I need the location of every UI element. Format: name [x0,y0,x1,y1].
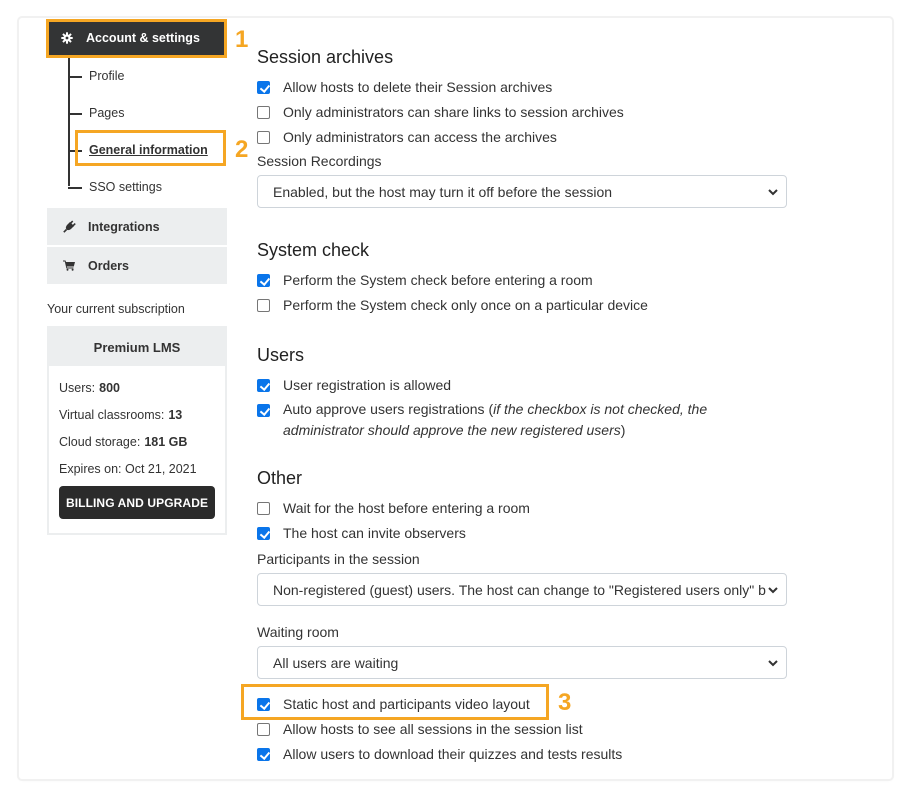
session-recordings-label: Session Recordings [257,153,382,169]
checkbox[interactable] [257,131,270,144]
option-static-video-layout[interactable]: Static host and participants video layou… [257,695,787,720]
chevron-down-icon [768,586,778,593]
checkbox[interactable] [257,502,270,515]
checkbox[interactable] [257,404,270,417]
checkbox[interactable] [257,274,270,287]
sidebar-item-label: General information [89,142,208,157]
sidebar: Account & settings Profile Pages General… [47,19,227,535]
option-auto-approve[interactable]: Auto approve users registrations (if the… [257,401,787,447]
annotation-number-1: 1 [235,26,249,53]
subscription-users: Users: 800 [59,380,120,395]
checkbox[interactable] [257,698,270,711]
checkbox[interactable] [257,81,270,94]
checkbox[interactable] [257,299,270,312]
participants-label: Participants in the session [257,551,420,567]
sidebar-subtree: Profile Pages General information SSO se… [68,57,227,205]
sidebar-item-account-settings[interactable]: Account & settings [47,19,227,57]
option-download-quiz-results[interactable]: Allow users to download their quizzes an… [257,745,787,770]
session-recordings-select[interactable]: Enabled, but the host may turn it off be… [257,175,787,208]
sidebar-item-profile[interactable]: Profile [68,57,227,94]
checkbox[interactable] [257,106,270,119]
sidebar-item-label: Profile [89,68,125,83]
sidebar-item-label: Integrations [88,219,160,234]
subscription-plan: Premium LMS [49,328,225,366]
subscription-storage: Cloud storage: 181 GB [59,434,188,449]
option-see-all-sessions[interactable]: Allow hosts to see all sessions in the s… [257,720,787,745]
sidebar-item-general-information[interactable]: General information [68,131,227,168]
option-admin-access-archives[interactable]: Only administrators can access the archi… [257,128,787,153]
plug-icon [62,220,76,233]
sidebar-item-label: Pages [89,105,125,120]
option-system-check-before-room[interactable]: Perform the System check before entering… [257,271,787,296]
checkbox[interactable] [257,379,270,392]
checkbox[interactable] [257,723,270,736]
subscription-classrooms: Virtual classrooms: 13 [59,407,183,422]
waiting-room-label: Waiting room [257,624,339,640]
option-wait-for-host[interactable]: Wait for the host before entering a room [257,499,787,524]
cart-icon [62,260,76,271]
sidebar-item-label: Account & settings [86,31,200,45]
sidebar-item-sso-settings[interactable]: SSO settings [68,168,227,205]
option-system-check-once[interactable]: Perform the System check only once on a … [257,296,787,321]
waiting-room-select[interactable]: All users are waiting [257,646,787,679]
settings-main: Session archives Allow hosts to delete t… [257,44,787,770]
section-title-other: Other [257,468,303,488]
subscription-title: Your current subscription [47,302,185,316]
billing-and-upgrade-button[interactable]: BILLING AND UPGRADE [59,486,215,519]
gear-icon [61,32,73,44]
option-allow-delete-archives[interactable]: Allow hosts to delete their Session arch… [257,78,787,103]
section-title-system-check: System check [257,240,370,260]
option-admin-share-links[interactable]: Only administrators can share links to s… [257,103,787,128]
chevron-down-icon [768,659,778,666]
sidebar-item-integrations[interactable]: Integrations [47,208,227,245]
section-title-users: Users [257,345,305,365]
checkbox[interactable] [257,527,270,540]
sidebar-item-orders[interactable]: Orders [47,247,227,284]
sidebar-item-pages[interactable]: Pages [68,94,227,131]
option-invite-observers[interactable]: The host can invite observers [257,524,787,549]
annotation-number-2: 2 [235,136,249,163]
participants-select[interactable]: Non-registered (guest) users. The host c… [257,573,787,606]
section-title-session-archives: Session archives [257,47,394,67]
sidebar-item-label: Orders [88,258,129,273]
checkbox[interactable] [257,748,270,761]
sidebar-item-label: SSO settings [89,179,162,194]
subscription-expiry: Expires on: Oct 21, 2021 [59,461,197,476]
option-user-registration[interactable]: User registration is allowed [257,376,787,401]
chevron-down-icon [768,188,778,195]
subscription-box: Premium LMS Users: 800 Virtual classrooms… [47,326,227,535]
